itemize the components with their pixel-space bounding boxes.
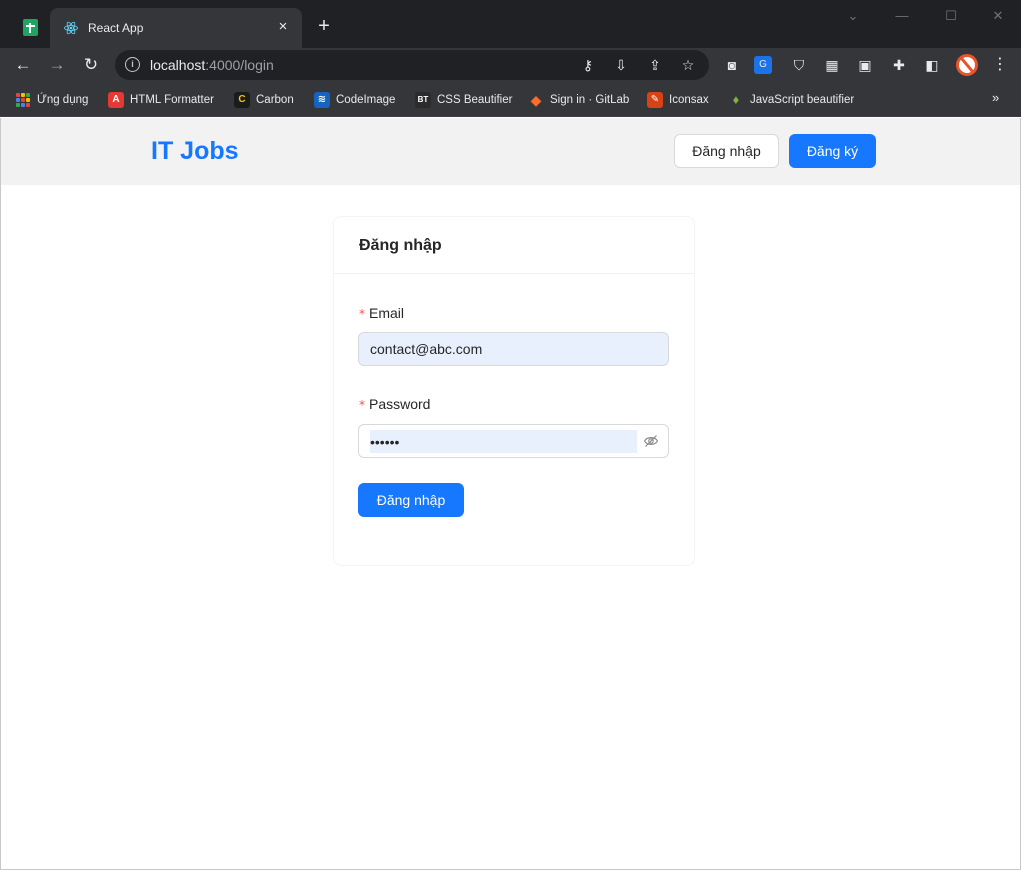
browser-menu-icon[interactable]: ⋮	[990, 54, 1010, 76]
url-host: localhost	[150, 57, 206, 73]
logo[interactable]: IT Jobs	[151, 137, 239, 166]
css-beautifier-icon: BT	[415, 92, 431, 108]
translate-extension-icon[interactable]: G	[754, 56, 772, 74]
active-tab[interactable]: React App ×	[50, 8, 302, 48]
js-beautifier-icon: ♦	[732, 92, 740, 107]
html-formatter-icon: A	[108, 92, 124, 108]
bookmarks-bar: Ứng dụng A HTML Formatter C Carbon ≋ Cod…	[0, 82, 1021, 117]
email-field[interactable]	[358, 332, 669, 366]
card-header: Đăng nhập	[334, 217, 694, 274]
login-submit-button[interactable]: Đăng nhập	[358, 483, 464, 517]
qr-extension-icon[interactable]: ▦	[821, 54, 843, 76]
url-text[interactable]: localhost:4000/login	[150, 57, 274, 73]
camera-extension-icon[interactable]: ◙	[721, 54, 743, 76]
iconsax-icon: ✎	[647, 92, 663, 108]
gitlab-icon: ◆	[530, 92, 542, 108]
required-mark: *	[359, 398, 365, 412]
bookmark-label: CodeImage	[336, 94, 396, 106]
profile-avatar-icon[interactable]	[956, 54, 978, 76]
browser-titlebar: React App × + ⌄ — ☐ ✕	[0, 0, 1021, 48]
password-field[interactable]	[370, 430, 637, 453]
install-app-icon[interactable]: ⇩	[610, 54, 632, 76]
codeimage-icon: ≋	[314, 92, 330, 108]
password-label: * Password	[359, 396, 431, 412]
email-label: * Email	[359, 305, 405, 321]
address-bar[interactable]: i localhost:4000/login ⚷ ⇩ ⇪ ☆	[115, 50, 709, 80]
side-panel-icon[interactable]: ◧	[921, 54, 943, 76]
app-header: IT Jobs Đăng nhập Đăng ký	[1, 118, 1020, 185]
new-tab-icon[interactable]: +	[312, 14, 336, 38]
bookmark-gitlab[interactable]: ◆ Sign in · GitLab	[528, 90, 630, 110]
required-mark: *	[359, 307, 365, 321]
bookmark-apps[interactable]: Ứng dụng	[16, 90, 88, 110]
tab-search-icon[interactable]: ⌄	[837, 6, 869, 26]
bookmark-label: HTML Formatter	[130, 94, 214, 106]
browser-toolbar: ← → ↻ i localhost:4000/login ⚷ ⇩ ⇪ ☆ ◙ G…	[0, 48, 1021, 82]
maximize-icon[interactable]: ☐	[935, 6, 967, 26]
sheets-tab[interactable]	[14, 12, 46, 42]
bookmark-label: Carbon	[256, 94, 294, 106]
header-register-button[interactable]: Đăng ký	[789, 134, 876, 168]
bookmark-star-icon[interactable]: ☆	[677, 54, 699, 76]
close-window-icon[interactable]: ✕	[982, 6, 1014, 26]
bookmark-iconsax[interactable]: ✎ Iconsax	[647, 90, 709, 110]
bookmark-label: Sign in · GitLab	[550, 94, 630, 106]
header-login-button[interactable]: Đăng nhập	[674, 134, 779, 168]
reload-icon[interactable]: ↻	[79, 53, 103, 77]
forward-icon[interactable]: →	[45, 53, 69, 77]
shield-extension-icon[interactable]: ⛉	[788, 54, 810, 76]
tab-close-icon[interactable]: ×	[274, 18, 292, 36]
google-sheets-icon	[22, 18, 38, 36]
page-content: IT Jobs Đăng nhập Đăng ký Đăng nhập * Ema…	[0, 118, 1021, 870]
share-icon[interactable]: ⇪	[644, 54, 666, 76]
minimize-icon[interactable]: —	[886, 6, 918, 26]
bookmark-html-formatter[interactable]: A HTML Formatter	[108, 90, 214, 110]
url-path: :4000/login	[205, 57, 274, 73]
site-info-icon[interactable]: i	[125, 57, 140, 72]
bookmark-codeimage[interactable]: ≋ CodeImage	[314, 90, 395, 110]
bookmark-js-beautifier[interactable]: ♦ JavaScript beautifier	[728, 90, 855, 110]
card-title: Đăng nhập	[359, 237, 442, 254]
more-bookmarks-icon[interactable]: »	[992, 90, 999, 105]
bookmark-label: Ứng dụng	[37, 94, 89, 106]
bookmark-label: Iconsax	[669, 94, 709, 106]
apps-grid-icon	[16, 92, 31, 108]
bookmark-css-beautifier[interactable]: BT CSS Beautifier	[415, 90, 512, 110]
screen-extension-icon[interactable]: ▣	[854, 54, 876, 76]
password-field-wrapper[interactable]	[358, 424, 669, 458]
extensions-puzzle-icon[interactable]: ✚	[888, 54, 910, 76]
bookmark-carbon[interactable]: C Carbon	[234, 90, 294, 110]
tab-title: React App	[88, 21, 144, 35]
carbon-icon: C	[234, 92, 250, 108]
back-icon[interactable]: ←	[11, 53, 35, 77]
bookmark-label: CSS Beautifier	[437, 94, 513, 106]
bookmark-label: JavaScript beautifier	[750, 94, 855, 106]
react-icon	[64, 21, 78, 35]
key-icon[interactable]: ⚷	[577, 54, 599, 76]
eye-invisible-icon[interactable]	[643, 433, 659, 449]
login-card: Đăng nhập *Email *Password Đăng nhập	[333, 216, 695, 566]
